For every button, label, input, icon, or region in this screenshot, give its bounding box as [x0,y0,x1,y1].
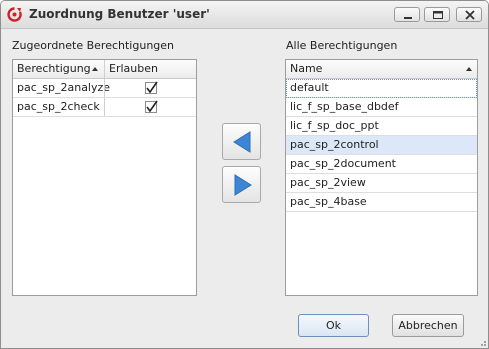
resize-grip-icon[interactable] [477,337,487,347]
table-row[interactable]: pac_sp_2check [13,98,196,117]
list-item[interactable]: lic_f_sp_base_dbdef [286,98,477,117]
assign-permission-button[interactable] [222,123,261,160]
permission-name: pac_sp_2control [290,138,379,151]
app-icon [7,7,22,22]
column-header-label: Name [290,62,323,75]
list-item[interactable]: lic_f_sp_doc_ppt [286,117,477,136]
assigned-permissions-label: Zugeordnete Berechtigungen [12,39,175,52]
remove-permission-button[interactable] [222,166,261,203]
sort-ascending-icon [466,67,472,71]
permission-name: pac_sp_2view [290,176,366,189]
allow-checkbox[interactable] [145,100,158,113]
column-divider [104,98,105,116]
window-title: Zuordnung Benutzer 'user' [29,7,210,21]
all-permissions-grid[interactable]: Name default lic_f_sp_base_dbdef lic_f_sp_… [285,59,478,296]
permission-name: pac_sp_4base [290,195,367,208]
permission-name: lic_f_sp_base_dbdef [290,100,399,113]
table-row[interactable]: pac_sp_2analyze [13,79,196,98]
assigned-permissions-grid[interactable]: Berechtigung Erlauben pac_sp_2analyze pa… [12,59,197,296]
permission-name: pac_sp_2document [290,157,396,170]
allow-checkbox[interactable] [145,81,158,94]
checkmark-icon [146,81,158,94]
grid-header: Name [286,60,477,79]
cancel-button[interactable]: Abbrechen [392,314,464,337]
arrow-right-icon [234,174,252,196]
permission-name: lic_f_sp_doc_ppt [290,119,379,132]
column-header-erlauben[interactable]: Erlauben [105,60,195,78]
close-button[interactable] [456,7,482,22]
list-item[interactable]: pac_sp_2document [286,155,477,174]
title-bar[interactable]: Zuordnung Benutzer 'user' [1,1,488,29]
column-header-name[interactable]: Name [286,60,477,78]
sort-ascending-icon [92,67,98,71]
list-item[interactable]: default [286,79,477,98]
permission-name: default [290,81,329,94]
close-icon [465,10,475,20]
dialog-window: Zuordnung Benutzer 'user' Zugeordnete Be… [0,0,489,349]
maximize-icon [433,11,443,19]
all-permissions-label: Alle Berechtigungen [286,39,398,52]
checkmark-icon [146,100,158,113]
minimize-icon [404,17,412,19]
minimize-button[interactable] [394,7,420,22]
column-divider [104,79,105,97]
list-item[interactable]: pac_sp_4base [286,193,477,212]
column-header-label: Berechtigung [17,62,91,75]
column-header-label: Erlauben [109,62,158,75]
ok-button[interactable]: Ok [298,314,369,337]
column-header-berechtigung[interactable]: Berechtigung [13,60,104,78]
permission-name: pac_sp_2analyze [17,81,111,94]
list-item[interactable]: pac_sp_2control [286,136,477,155]
permission-name: pac_sp_2check [17,100,100,113]
arrow-left-icon [233,131,251,153]
list-item[interactable]: pac_sp_2view [286,174,477,193]
maximize-button[interactable] [424,7,450,22]
grid-header: Berechtigung Erlauben [13,60,196,79]
